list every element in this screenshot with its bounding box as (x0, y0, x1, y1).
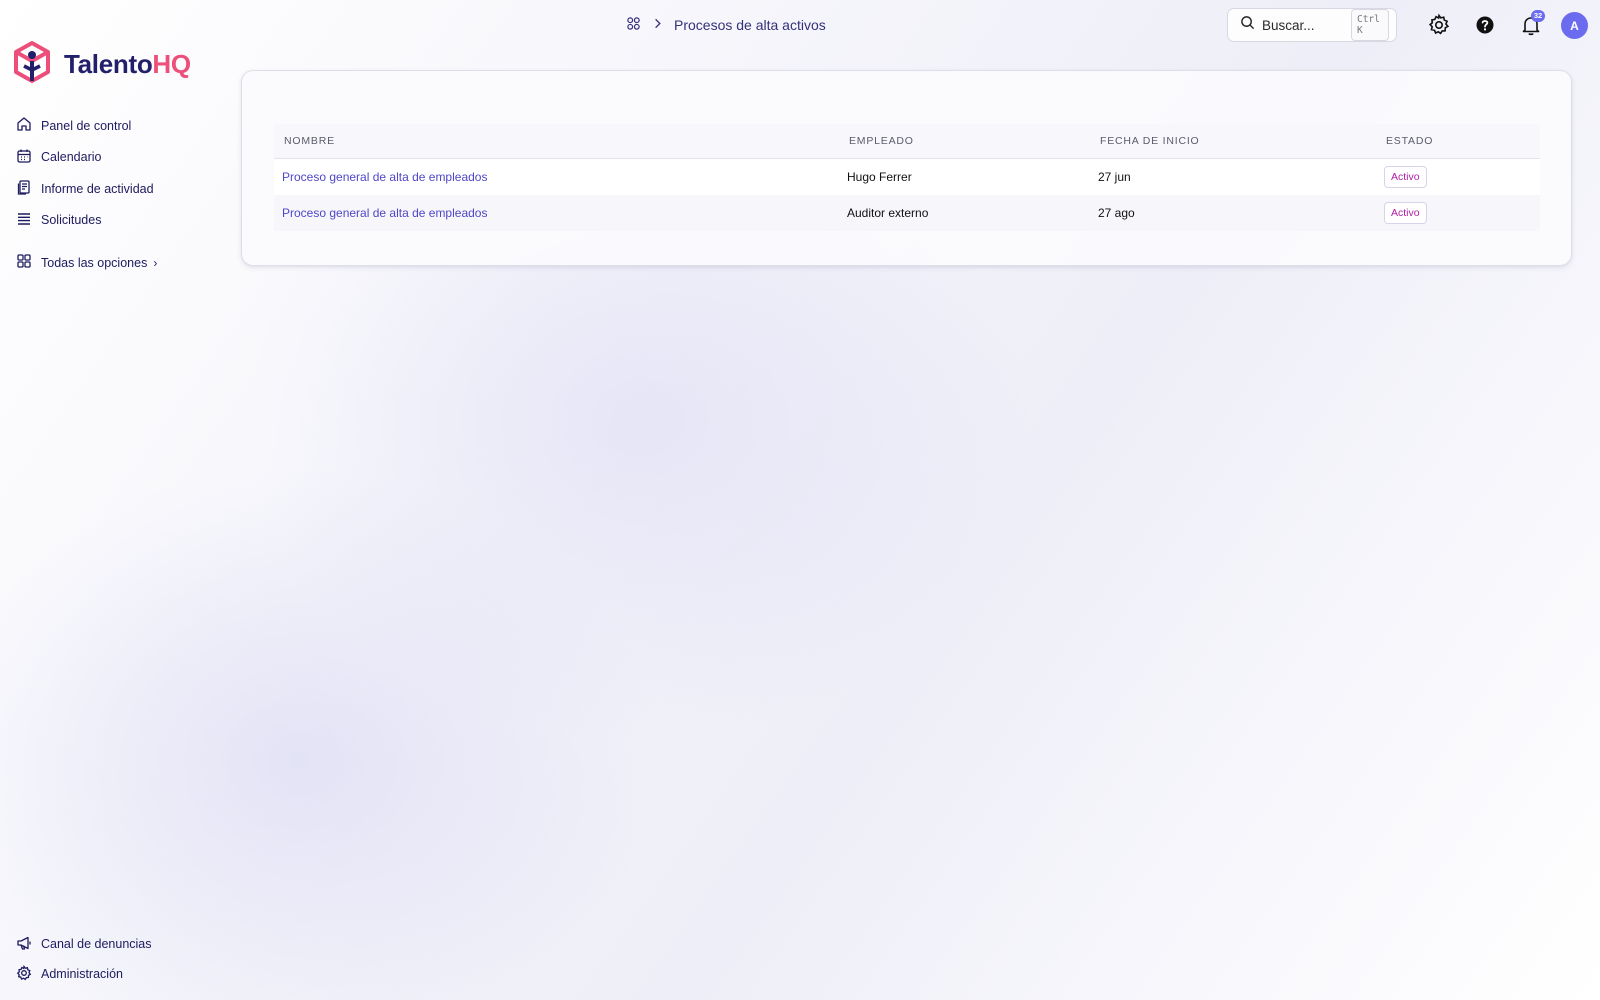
sidebar-item-label: Panel de control (41, 118, 132, 133)
cell-nombre: Proceso general de alta de empleados (274, 158, 839, 195)
sidebar-item-label: Calendario (41, 150, 102, 165)
notification-count-badge: 32 (1531, 10, 1545, 22)
sidebar-item-solicitudes[interactable]: Solicitudes (16, 205, 216, 237)
calendar-icon (16, 148, 32, 167)
gear-icon (16, 964, 32, 984)
list-icon (16, 211, 32, 230)
search-box[interactable]: Ctrl K (1227, 8, 1397, 42)
table-header-row: NOMBRE EMPLEADO FECHA DE INICIO ESTADO (274, 124, 1540, 159)
search-input[interactable] (1262, 17, 1344, 33)
breadcrumb: Procesos de alta activos (626, 14, 826, 36)
avatar[interactable]: A (1561, 12, 1588, 39)
grid-icon (16, 253, 32, 272)
sidebar-item-label: Todas las opciones (41, 255, 148, 270)
apps-grid-icon[interactable] (626, 16, 641, 34)
cell-estado: Activo (1376, 195, 1540, 231)
column-header-fecha-de-inicio[interactable]: FECHA DE INICIO (1090, 124, 1376, 159)
sidebar-item-informe-de-actividad[interactable]: Informe de actividad (16, 173, 216, 205)
page-title: Procesos de alta activos (674, 17, 826, 33)
help-button[interactable] (1473, 13, 1497, 37)
cell-empleado: Hugo Ferrer (839, 158, 1090, 195)
cell-estado: Activo (1376, 158, 1540, 195)
notifications-button[interactable]: 32 (1519, 10, 1545, 37)
logo-text-hq: HQ (152, 49, 191, 79)
logo-text-talento: Talento (64, 49, 153, 79)
sidebar-item-todas-las-opciones[interactable]: Todas las opciones › (16, 247, 216, 279)
onboarding-processes-card: NOMBRE EMPLEADO FECHA DE INICIO ESTADO P… (241, 70, 1572, 266)
report-icon (16, 179, 32, 198)
table-row[interactable]: Proceso general de alta de empleados Hug… (274, 158, 1540, 195)
search-shortcut-hint: Ctrl K (1351, 9, 1389, 41)
cell-fecha-de-inicio: 27 ago (1090, 195, 1376, 231)
logo[interactable]: TalentoHQ (12, 40, 191, 89)
cell-empleado: Auditor externo (839, 195, 1090, 231)
column-header-estado[interactable]: ESTADO (1376, 124, 1540, 159)
process-link[interactable]: Proceso general de alta de empleados (282, 170, 487, 184)
home-icon (16, 116, 32, 135)
search-icon (1240, 15, 1255, 35)
bell-icon (1519, 17, 1543, 41)
column-header-nombre[interactable]: NOMBRE (274, 124, 839, 159)
sidebar-item-label: Solicitudes (41, 213, 102, 228)
logo-text: TalentoHQ (64, 49, 191, 80)
cell-fecha-de-inicio: 27 jun (1090, 158, 1376, 195)
chevron-right-icon: › (153, 255, 158, 270)
table-row[interactable]: Proceso general de alta de empleados Aud… (274, 195, 1540, 231)
sidebar-item-label: Administración (41, 967, 123, 981)
settings-button[interactable] (1427, 13, 1451, 37)
settings-gear-icon (1427, 13, 1451, 41)
sidebar-nav: Panel de control Calendario Informe de a… (16, 110, 216, 279)
logo-icon (12, 40, 52, 89)
status-badge: Activo (1384, 166, 1427, 188)
megaphone-icon (16, 935, 32, 954)
sidebar-item-panel-de-control[interactable]: Panel de control (16, 110, 216, 142)
process-link[interactable]: Proceso general de alta de empleados (282, 206, 487, 220)
status-badge: Activo (1384, 202, 1427, 224)
sidebar-item-label: Canal de denuncias (41, 937, 152, 951)
column-header-empleado[interactable]: EMPLEADO (839, 124, 1090, 159)
sidebar-bottom-nav: Canal de denuncias Administración (16, 929, 216, 989)
sidebar-item-calendario[interactable]: Calendario (16, 142, 216, 174)
cell-nombre: Proceso general de alta de empleados (274, 195, 839, 231)
help-icon (1473, 16, 1497, 41)
onboarding-processes-table: NOMBRE EMPLEADO FECHA DE INICIO ESTADO P… (274, 124, 1540, 231)
sidebar-item-administracion[interactable]: Administración (16, 959, 216, 989)
sidebar-item-label: Informe de actividad (41, 181, 154, 196)
sidebar-item-canal-de-denuncias[interactable]: Canal de denuncias (16, 929, 216, 959)
chevron-right-icon (650, 16, 665, 34)
